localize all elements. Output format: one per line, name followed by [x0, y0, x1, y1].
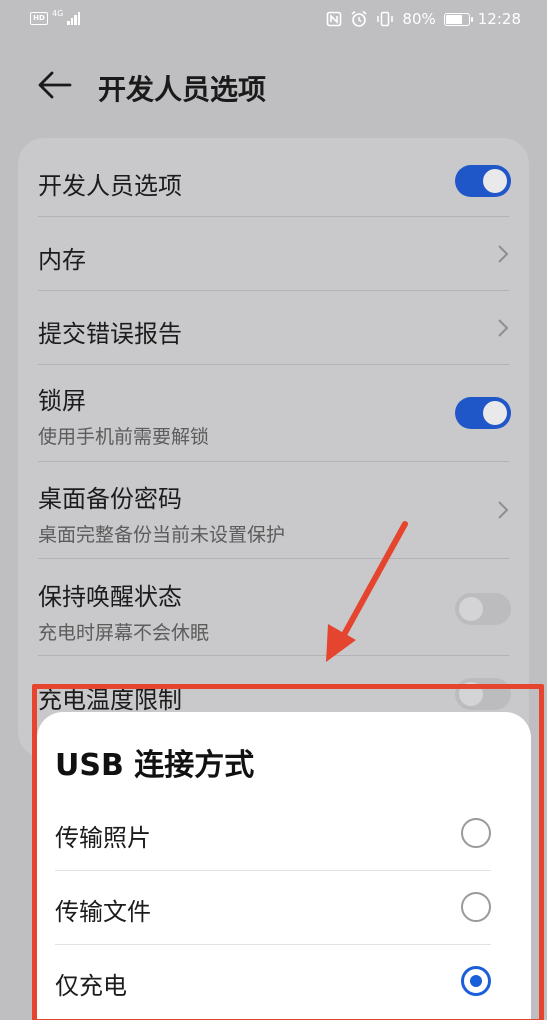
setting-subtitle: 充电时屏幕不会休眠 [38, 622, 210, 644]
battery-icon [443, 12, 473, 26]
status-bar: HD 4G 80% 12:28 [0, 0, 547, 44]
setting-backup-password[interactable]: 桌面备份密码 桌面完整备份当前未设置保护 [18, 462, 529, 558]
setting-title: 锁屏 [38, 387, 86, 415]
chevron-right-icon [498, 501, 509, 519]
setting-title: 提交错误报告 [38, 320, 182, 348]
alarm-icon [351, 10, 367, 27]
setting-title: 桌面备份密码 [38, 485, 182, 513]
hd-badge: HD [30, 11, 48, 25]
battery-percent: 80% [402, 10, 436, 28]
clock: 12:28 [477, 10, 521, 28]
settings-card: 开发人员选项 内存 提交错误报告 锁屏 使用手机前需要解锁 桌面备份密码 桌面完… [18, 138, 529, 758]
developer-options-toggle[interactable] [455, 165, 511, 197]
toggle-knob [459, 597, 483, 621]
chevron-right-icon [498, 245, 509, 263]
signal-icon [67, 11, 81, 25]
lock-screen-toggle[interactable] [455, 397, 511, 429]
setting-subtitle: 桌面完整备份当前未设置保护 [38, 524, 286, 546]
setting-lock-screen[interactable]: 锁屏 使用手机前需要解锁 [18, 365, 529, 461]
setting-title: 内存 [38, 246, 86, 274]
toggle-knob [483, 401, 507, 425]
battery-fill [445, 14, 462, 24]
setting-developer-options[interactable]: 开发人员选项 [18, 138, 529, 216]
status-left: HD 4G [30, 8, 81, 25]
network-type: 4G [52, 8, 64, 18]
chevron-right-icon [498, 319, 509, 337]
nfc-icon [327, 11, 342, 27]
app-header: 开发人员选项 [0, 56, 547, 116]
back-arrow-icon[interactable] [36, 70, 72, 100]
setting-title: 保持唤醒状态 [38, 583, 182, 611]
setting-bug-report[interactable]: 提交错误报告 [18, 291, 529, 364]
stay-awake-toggle[interactable] [455, 593, 511, 625]
vibrate-icon [377, 11, 394, 27]
annotation-highlight-box [32, 684, 544, 1020]
page-title: 开发人员选项 [98, 73, 267, 106]
status-right: 80% 12:28 [326, 10, 521, 28]
setting-stay-awake[interactable]: 保持唤醒状态 充电时屏幕不会休眠 [18, 559, 529, 655]
toggle-knob [483, 169, 507, 193]
setting-title: 开发人员选项 [38, 172, 182, 200]
setting-memory[interactable]: 内存 [18, 217, 529, 290]
setting-subtitle: 使用手机前需要解锁 [38, 426, 210, 448]
